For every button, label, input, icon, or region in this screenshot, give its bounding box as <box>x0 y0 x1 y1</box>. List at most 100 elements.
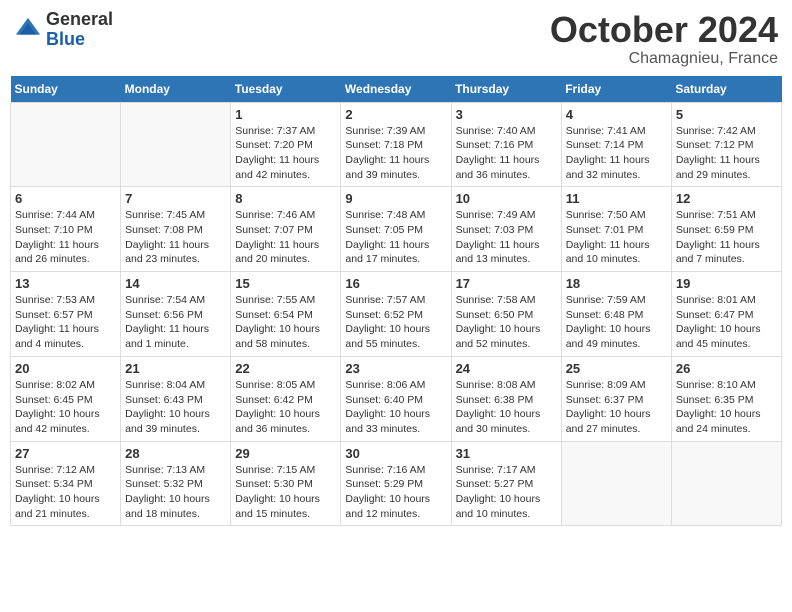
calendar-cell: 10 Sunrise: 7:49 AMSunset: 7:03 PMDayligh… <box>451 187 561 272</box>
day-info: Sunrise: 8:05 AMSunset: 6:42 PMDaylight:… <box>235 378 336 437</box>
calendar-cell: 21Sunrise: 8:04 AMSunset: 6:43 PMDayligh… <box>121 356 231 441</box>
calendar-cell: 1 Sunrise: 7:37 AMSunset: 7:20 PMDaylight… <box>231 102 341 187</box>
day-info: Sunrise: 7:13 AMSunset: 5:32 PMDaylight:… <box>125 463 226 522</box>
calendar-week-row: 1 Sunrise: 7:37 AMSunset: 7:20 PMDaylight… <box>11 102 782 187</box>
weekday-header: Thursday <box>451 76 561 103</box>
day-info: Sunrise: 7:41 AMSunset: 7:14 PMDaylight:… <box>566 124 667 183</box>
logo-general-text: General <box>46 10 113 30</box>
calendar-cell <box>11 102 121 187</box>
day-number: 5 <box>676 107 777 122</box>
day-number: 7 <box>125 191 226 206</box>
logo: General Blue <box>14 10 113 50</box>
weekday-header-row: SundayMondayTuesdayWednesdayThursdayFrid… <box>11 76 782 103</box>
day-info: Sunrise: 8:09 AMSunset: 6:37 PMDaylight:… <box>566 378 667 437</box>
calendar-cell: 17 Sunrise: 7:58 AMSunset: 6:50 PMDayligh… <box>451 272 561 357</box>
day-number: 10 <box>456 191 557 206</box>
weekday-header: Wednesday <box>341 76 451 103</box>
calendar-cell: 30 Sunrise: 7:16 AMSunset: 5:29 PMDayligh… <box>341 441 451 526</box>
day-info: Sunrise: 7:15 AMSunset: 5:30 PMDaylight:… <box>235 463 336 522</box>
logo-blue-text: Blue <box>46 30 113 50</box>
logo-text: General Blue <box>46 10 113 50</box>
day-number: 9 <box>345 191 446 206</box>
day-number: 16 <box>345 276 446 291</box>
calendar-cell <box>121 102 231 187</box>
calendar-cell <box>671 441 781 526</box>
calendar-cell: 14Sunrise: 7:54 AMSunset: 6:56 PMDayligh… <box>121 272 231 357</box>
day-number: 31 <box>456 446 557 461</box>
day-info: Sunrise: 8:10 AMSunset: 6:35 PMDaylight:… <box>676 378 777 437</box>
day-number: 4 <box>566 107 667 122</box>
calendar-cell: 19Sunrise: 8:01 AMSunset: 6:47 PMDayligh… <box>671 272 781 357</box>
day-info: Sunrise: 7:55 AMSunset: 6:54 PMDaylight:… <box>235 293 336 352</box>
day-number: 27 <box>15 446 116 461</box>
calendar-cell: 15Sunrise: 7:55 AMSunset: 6:54 PMDayligh… <box>231 272 341 357</box>
calendar-cell: 5 Sunrise: 7:42 AMSunset: 7:12 PMDaylight… <box>671 102 781 187</box>
day-info: Sunrise: 7:45 AMSunset: 7:08 PMDaylight:… <box>125 208 226 267</box>
calendar-cell: 27 Sunrise: 7:12 AMSunset: 5:34 PMDayligh… <box>11 441 121 526</box>
day-info: Sunrise: 7:46 AMSunset: 7:07 PMDaylight:… <box>235 208 336 267</box>
day-info: Sunrise: 7:54 AMSunset: 6:56 PMDaylight:… <box>125 293 226 352</box>
day-info: Sunrise: 8:02 AMSunset: 6:45 PMDaylight:… <box>15 378 116 437</box>
calendar-week-row: 6Sunrise: 7:44 AMSunset: 7:10 PMDaylight… <box>11 187 782 272</box>
day-info: Sunrise: 7:58 AMSunset: 6:50 PMDaylight:… <box>456 293 557 352</box>
weekday-header: Friday <box>561 76 671 103</box>
calendar-cell: 18 Sunrise: 7:59 AMSunset: 6:48 PMDayligh… <box>561 272 671 357</box>
day-number: 30 <box>345 446 446 461</box>
day-info: Sunrise: 7:59 AMSunset: 6:48 PMDaylight:… <box>566 293 667 352</box>
calendar-cell: 26 Sunrise: 8:10 AMSunset: 6:35 PMDayligh… <box>671 356 781 441</box>
day-number: 25 <box>566 361 667 376</box>
calendar-week-row: 27 Sunrise: 7:12 AMSunset: 5:34 PMDayligh… <box>11 441 782 526</box>
day-number: 29 <box>235 446 336 461</box>
day-info: Sunrise: 7:57 AMSunset: 6:52 PMDaylight:… <box>345 293 446 352</box>
day-number: 20 <box>15 361 116 376</box>
calendar-cell <box>561 441 671 526</box>
calendar-week-row: 20 Sunrise: 8:02 AMSunset: 6:45 PMDayligh… <box>11 356 782 441</box>
day-number: 23 <box>345 361 446 376</box>
day-info: Sunrise: 7:17 AMSunset: 5:27 PMDaylight:… <box>456 463 557 522</box>
calendar-cell: 22 Sunrise: 8:05 AMSunset: 6:42 PMDayligh… <box>231 356 341 441</box>
day-info: Sunrise: 7:39 AMSunset: 7:18 PMDaylight:… <box>345 124 446 183</box>
day-number: 22 <box>235 361 336 376</box>
day-number: 18 <box>566 276 667 291</box>
calendar-cell: 23 Sunrise: 8:06 AMSunset: 6:40 PMDayligh… <box>341 356 451 441</box>
calendar-cell: 31 Sunrise: 7:17 AMSunset: 5:27 PMDayligh… <box>451 441 561 526</box>
day-info: Sunrise: 7:51 AMSunset: 6:59 PMDaylight:… <box>676 208 777 267</box>
weekday-header: Saturday <box>671 76 781 103</box>
calendar-cell: 2Sunrise: 7:39 AMSunset: 7:18 PMDaylight… <box>341 102 451 187</box>
day-info: Sunrise: 7:37 AMSunset: 7:20 PMDaylight:… <box>235 124 336 183</box>
day-info: Sunrise: 8:06 AMSunset: 6:40 PMDaylight:… <box>345 378 446 437</box>
calendar-cell: 20 Sunrise: 8:02 AMSunset: 6:45 PMDayligh… <box>11 356 121 441</box>
day-number: 12 <box>676 191 777 206</box>
calendar-cell: 13Sunrise: 7:53 AMSunset: 6:57 PMDayligh… <box>11 272 121 357</box>
day-info: Sunrise: 7:16 AMSunset: 5:29 PMDaylight:… <box>345 463 446 522</box>
month-title: October 2024 <box>550 10 778 50</box>
calendar-cell: 24 Sunrise: 8:08 AMSunset: 6:38 PMDayligh… <box>451 356 561 441</box>
day-number: 26 <box>676 361 777 376</box>
calendar-cell: 11Sunrise: 7:50 AMSunset: 7:01 PMDayligh… <box>561 187 671 272</box>
day-number: 28 <box>125 446 226 461</box>
day-info: Sunrise: 7:12 AMSunset: 5:34 PMDaylight:… <box>15 463 116 522</box>
calendar-cell: 6Sunrise: 7:44 AMSunset: 7:10 PMDaylight… <box>11 187 121 272</box>
day-info: Sunrise: 8:08 AMSunset: 6:38 PMDaylight:… <box>456 378 557 437</box>
calendar-cell: 29 Sunrise: 7:15 AMSunset: 5:30 PMDayligh… <box>231 441 341 526</box>
page-header: General Blue October 2024 Chamagnieu, Fr… <box>10 10 782 68</box>
calendar-week-row: 13Sunrise: 7:53 AMSunset: 6:57 PMDayligh… <box>11 272 782 357</box>
day-info: Sunrise: 7:44 AMSunset: 7:10 PMDaylight:… <box>15 208 116 267</box>
day-info: Sunrise: 7:49 AMSunset: 7:03 PMDaylight:… <box>456 208 557 267</box>
calendar-cell: 9 Sunrise: 7:48 AMSunset: 7:05 PMDaylight… <box>341 187 451 272</box>
day-info: Sunrise: 7:40 AMSunset: 7:16 PMDaylight:… <box>456 124 557 183</box>
location-label: Chamagnieu, France <box>550 50 778 68</box>
day-number: 17 <box>456 276 557 291</box>
logo-icon <box>14 16 42 44</box>
day-info: Sunrise: 7:48 AMSunset: 7:05 PMDaylight:… <box>345 208 446 267</box>
day-number: 13 <box>15 276 116 291</box>
calendar-cell: 3Sunrise: 7:40 AMSunset: 7:16 PMDaylight… <box>451 102 561 187</box>
title-block: October 2024 Chamagnieu, France <box>550 10 778 68</box>
day-info: Sunrise: 8:01 AMSunset: 6:47 PMDaylight:… <box>676 293 777 352</box>
day-number: 1 <box>235 107 336 122</box>
day-info: Sunrise: 7:42 AMSunset: 7:12 PMDaylight:… <box>676 124 777 183</box>
weekday-header: Sunday <box>11 76 121 103</box>
calendar-cell: 4 Sunrise: 7:41 AMSunset: 7:14 PMDaylight… <box>561 102 671 187</box>
day-info: Sunrise: 8:04 AMSunset: 6:43 PMDaylight:… <box>125 378 226 437</box>
day-number: 24 <box>456 361 557 376</box>
